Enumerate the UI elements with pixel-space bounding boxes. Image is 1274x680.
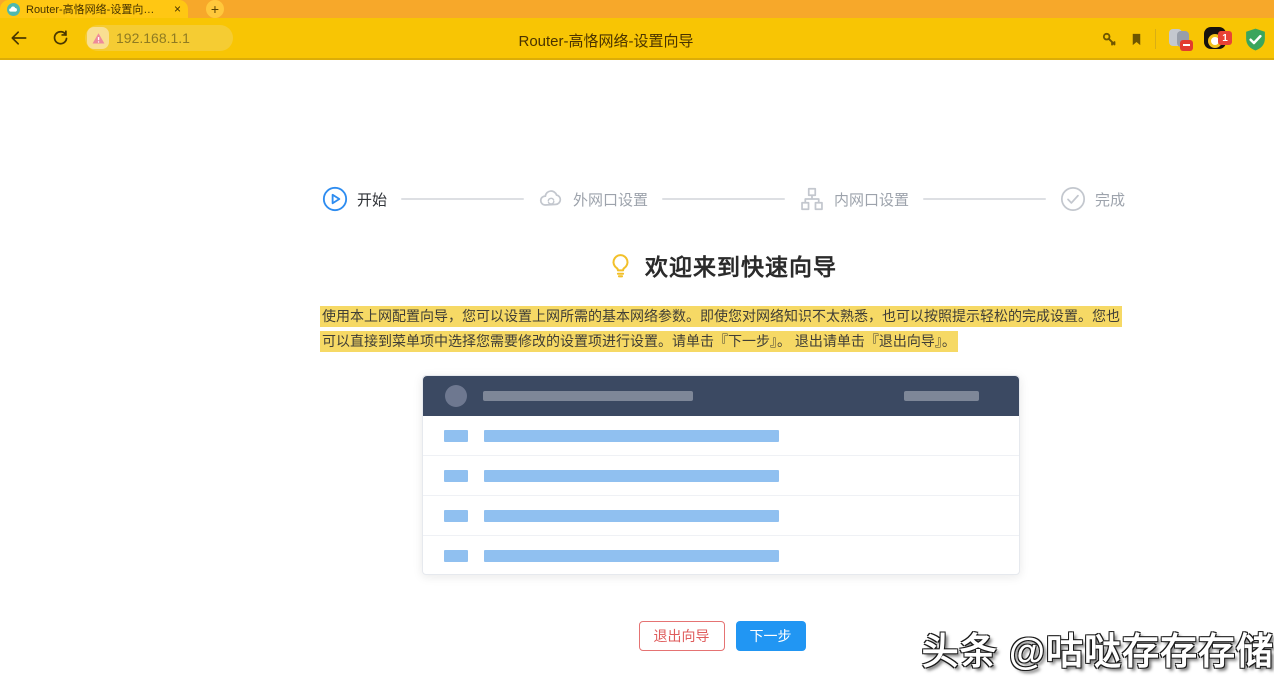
skeleton-header-bar <box>483 391 693 401</box>
step-finish-label: 完成 <box>1095 189 1125 210</box>
skeleton-row <box>423 496 1019 536</box>
toolbar-page-title: Router-高恪网络-设置向导 <box>406 30 806 51</box>
next-step-button[interactable]: 下一步 <box>736 621 806 651</box>
back-arrow-icon <box>9 28 29 48</box>
step-lan-label: 内网口设置 <box>834 189 909 210</box>
play-circle-icon <box>322 186 348 212</box>
browser-tab-active[interactable]: Router-高恪网络-设置向… × <box>0 0 188 18</box>
exit-wizard-button[interactable]: 退出向导 <box>639 621 725 651</box>
tab-title: Router-高恪网络-设置向… <box>26 1 168 17</box>
screen: Router-高恪网络-设置向… × + 192.168.1.1 Router-… <box>0 0 1274 680</box>
skeleton-value-bar <box>484 430 779 442</box>
skeleton-card-header <box>423 376 1019 416</box>
sitemap-icon <box>799 186 825 212</box>
skeleton-preview-card <box>422 375 1020 575</box>
step-connector <box>401 198 524 200</box>
welcome-heading: 欢迎来到快速向导 <box>322 248 1122 282</box>
step-connector <box>662 198 785 200</box>
password-key-icon[interactable] <box>1101 31 1118 48</box>
router-favicon-icon <box>7 3 20 16</box>
skeleton-label-chip <box>444 550 468 562</box>
tab-close-icon[interactable]: × <box>174 3 181 15</box>
url-text: 192.168.1.1 <box>116 30 190 46</box>
skeleton-avatar-circle <box>445 385 467 407</box>
skeleton-row <box>423 456 1019 496</box>
adguard-shield-icon[interactable] <box>1243 27 1268 52</box>
address-bar[interactable]: 192.168.1.1 <box>85 25 233 51</box>
browser-tab-strip: Router-高恪网络-设置向… × + <box>0 0 1274 18</box>
description-line-1: 使用本上网配置向导，您可以设置上网所需的基本网络参数。即使您对网络知识不太熟悉，… <box>320 306 1122 327</box>
skeleton-header-bar-right <box>904 391 979 401</box>
step-lan: 内网口设置 <box>799 186 909 212</box>
step-connector <box>923 198 1046 200</box>
skeleton-value-bar <box>484 470 779 482</box>
wizard-stepper: 开始 外网口设置 内网口设置 完成 <box>322 185 1125 213</box>
skeleton-label-chip <box>444 430 468 442</box>
reload-icon <box>51 29 70 48</box>
lightbulb-icon <box>607 252 634 279</box>
skeleton-value-bar <box>484 550 779 562</box>
browser-toolbar: 192.168.1.1 Router-高恪网络-设置向导 1 <box>0 18 1274 60</box>
skeleton-row <box>423 416 1019 456</box>
check-circle-icon <box>1060 186 1086 212</box>
toolbar-right-icons: 1 <box>1101 26 1268 52</box>
welcome-title: 欢迎来到快速向导 <box>645 248 837 282</box>
step-wan: 外网口设置 <box>538 186 648 212</box>
extension-red-badge <box>1180 40 1193 51</box>
wizard-description: 使用本上网配置向导，您可以设置上网所需的基本网络参数。即使您对网络知识不太熟悉，… <box>320 306 1128 356</box>
toolbar-separator <box>1155 29 1156 49</box>
step-wan-label: 外网口设置 <box>573 189 648 210</box>
plus-icon: + <box>211 2 219 16</box>
skeleton-value-bar <box>484 510 779 522</box>
skeleton-row <box>423 536 1019 575</box>
extension-badge-count: 1 <box>1218 31 1232 45</box>
new-tab-button[interactable]: + <box>206 0 224 18</box>
skeleton-label-chip <box>444 510 468 522</box>
extension-gray-icon[interactable] <box>1167 27 1193 51</box>
description-line-2: 可以直接到菜单项中选择您需要修改的设置项进行设置。请单击『下一步』。 退出请单击… <box>320 331 958 352</box>
step-start-label: 开始 <box>357 189 387 210</box>
back-button[interactable] <box>8 27 30 49</box>
reload-button[interactable] <box>49 27 71 49</box>
step-finish: 完成 <box>1060 186 1125 212</box>
step-start: 开始 <box>322 186 387 212</box>
bookmark-icon[interactable] <box>1129 32 1144 47</box>
skeleton-label-chip <box>444 470 468 482</box>
watermark-text: 头条 @咕哒存存存储 <box>922 621 1274 675</box>
not-secure-warning-icon[interactable] <box>87 27 109 49</box>
extension-black-icon[interactable]: 1 <box>1204 27 1232 51</box>
cloud-icon <box>538 186 564 212</box>
